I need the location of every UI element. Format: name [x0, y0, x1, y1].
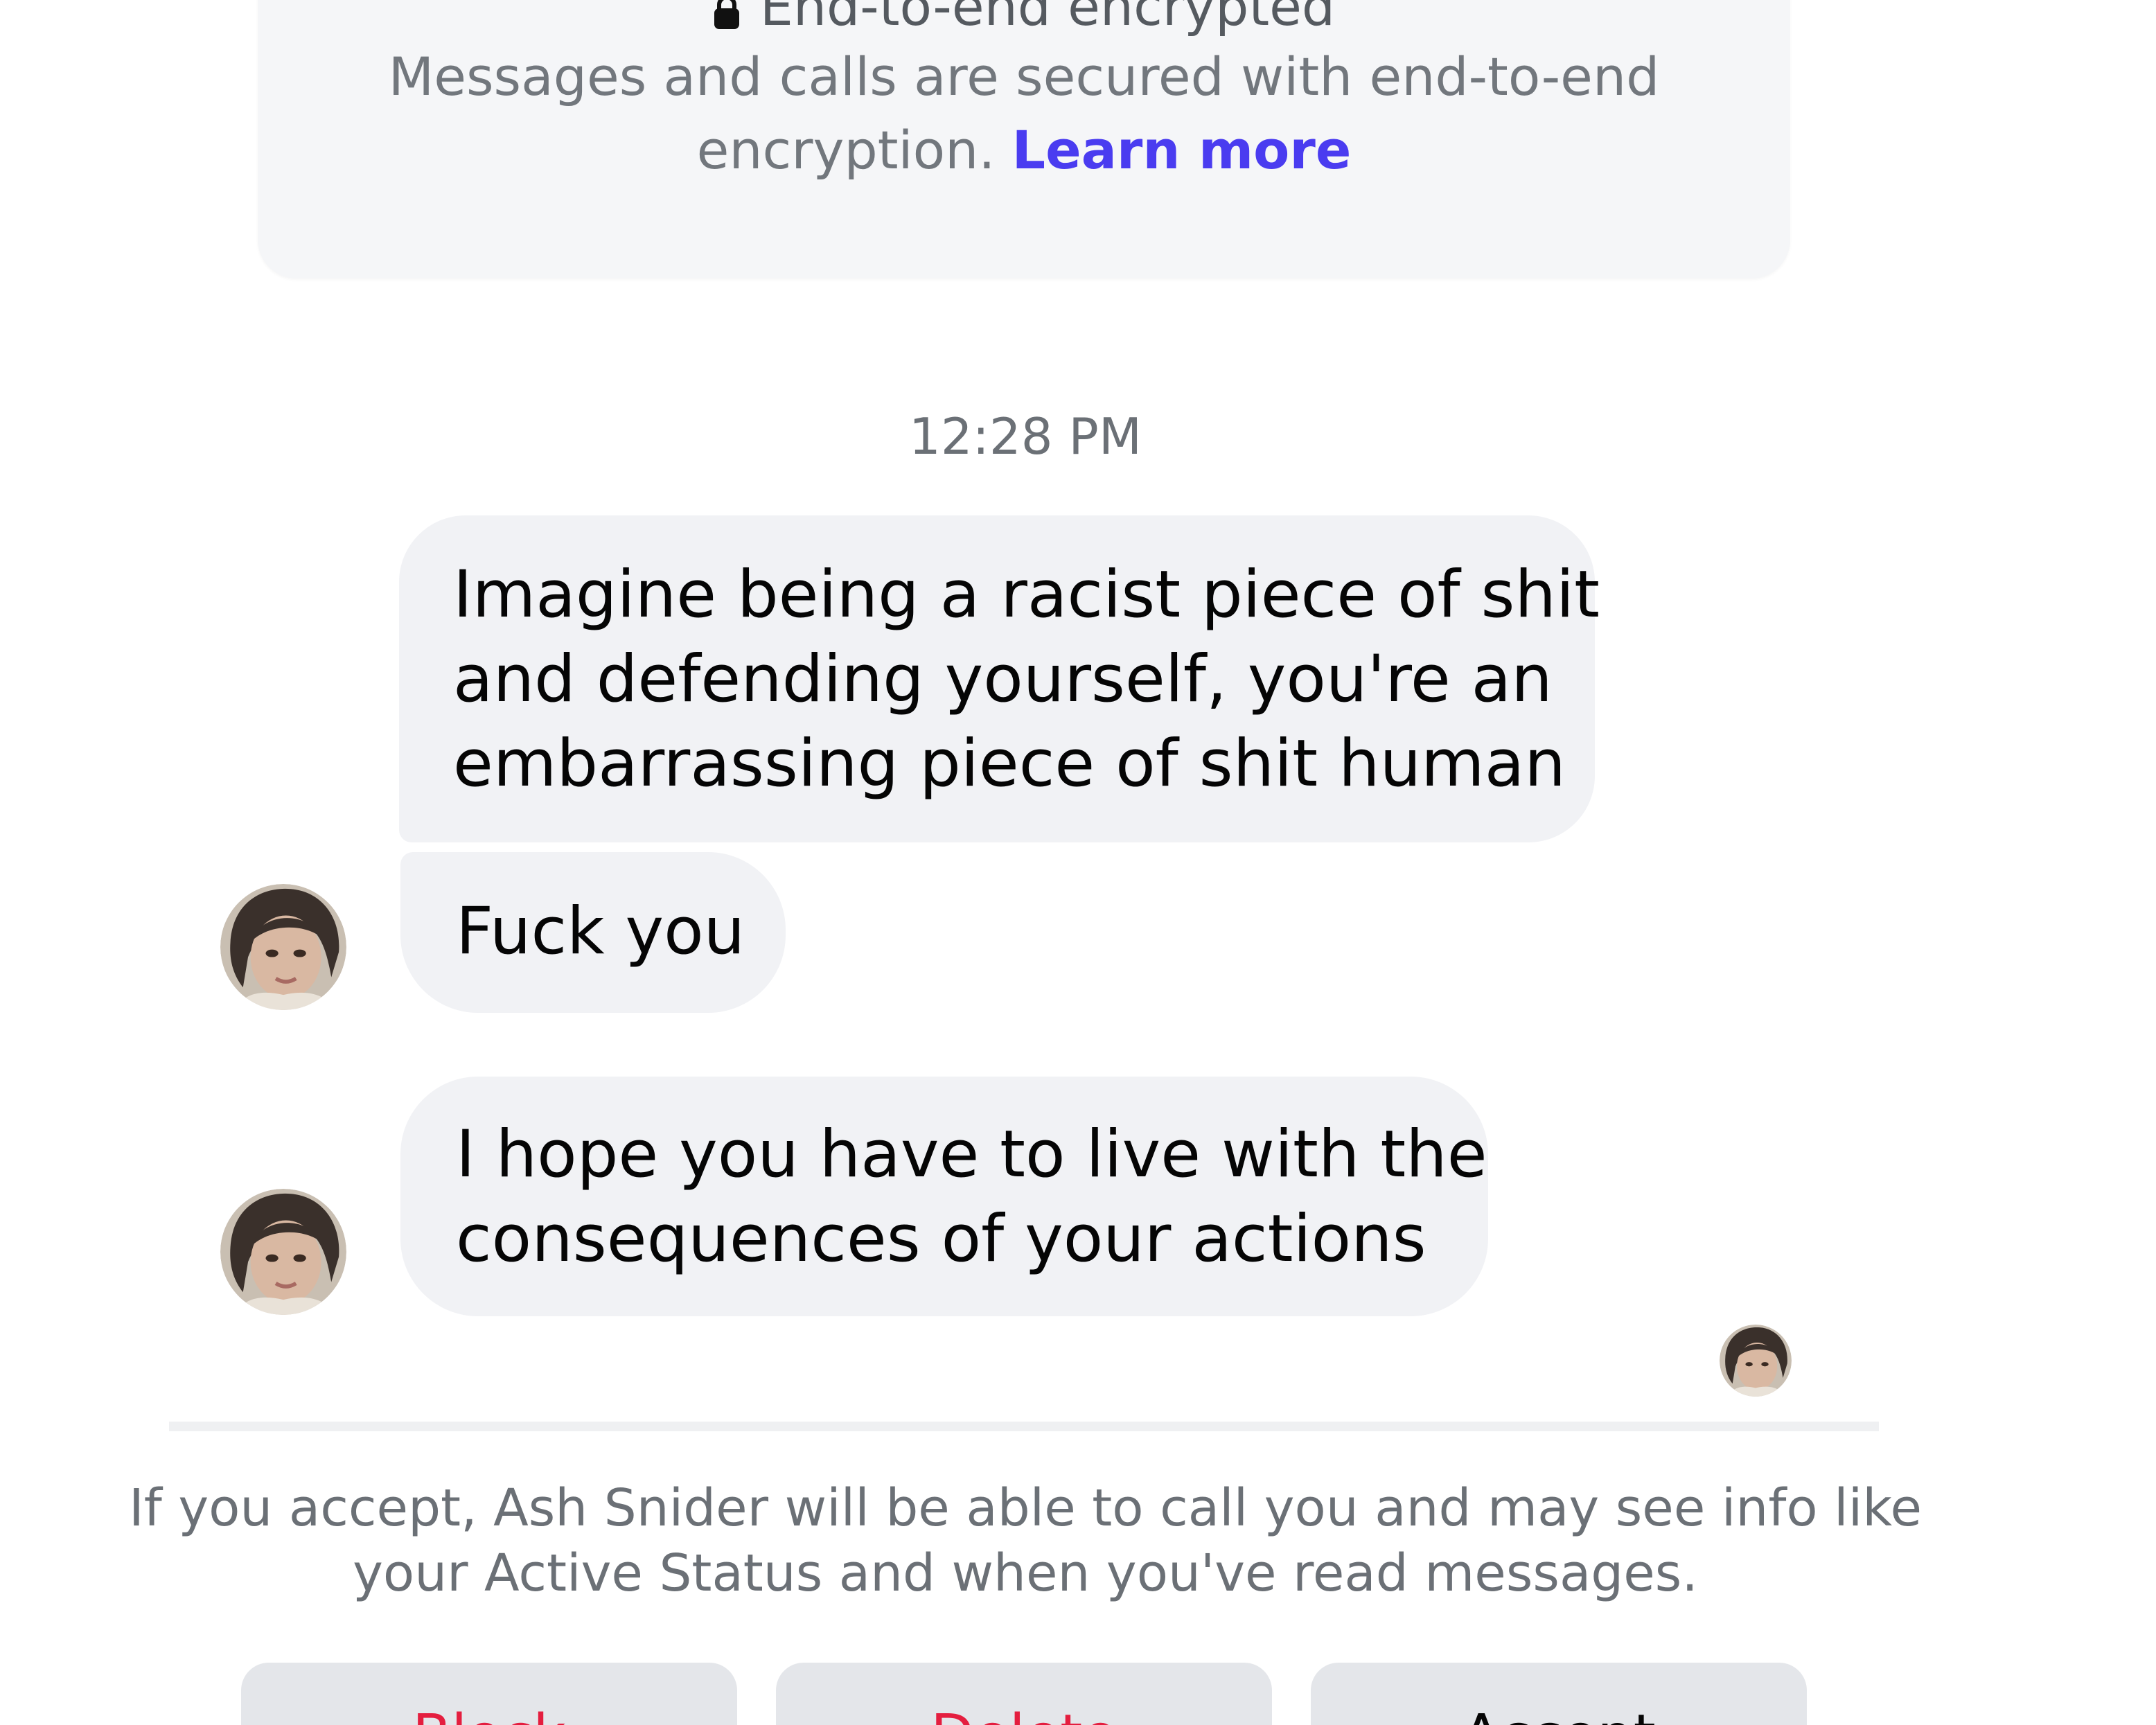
message-bubble[interactable]: Imagine being a racist piece of shit and… [399, 515, 1600, 842]
encryption-title: End-to-end encrypted [759, 0, 1336, 37]
message-text-line: embarrassing piece of shit human [453, 726, 1566, 802]
encryption-description: Messages and calls are secured with end-… [258, 40, 1790, 187]
message-text-line: Fuck you [456, 894, 745, 969]
accept-button[interactable]: Accept [1311, 1663, 1807, 1725]
message-request-notice: If you accept, Ash Snider will be able t… [0, 1476, 2051, 1606]
learn-more-link[interactable]: Learn more [1012, 119, 1352, 181]
message-text-line: consequences of your actions [456, 1201, 1426, 1277]
sender-avatar[interactable] [220, 1189, 346, 1315]
message-text-line: I hope you have to live with the [456, 1117, 1487, 1192]
message-text-line: and defending yourself, you're an [453, 642, 1553, 717]
message-request-thread: End-to-end encrypted Messages and calls … [0, 0, 2156, 1725]
message-bubble[interactable]: I hope you have to live with the consequ… [400, 1077, 1488, 1316]
encryption-notice-card: End-to-end encrypted Messages and calls … [258, 0, 1790, 278]
block-button[interactable]: Block [241, 1663, 737, 1725]
lock-icon [714, 0, 739, 29]
read-receipt-avatar [1720, 1325, 1792, 1397]
encryption-title-row: End-to-end encrypted [258, 0, 1790, 42]
message-text-line: Imagine being a racist piece of shit [453, 557, 1600, 632]
encryption-description-line-1: Messages and calls are secured with end-… [388, 46, 1660, 107]
encryption-description-line-2: encryption. [696, 119, 996, 181]
message-timestamp: 12:28 PM [909, 407, 1142, 466]
request-notice-line-1: If you accept, Ash Snider will be able t… [128, 1478, 1923, 1538]
delete-button[interactable]: Delete [776, 1663, 1272, 1725]
sender-avatar[interactable] [220, 884, 346, 1010]
message-bubble[interactable]: Fuck you [400, 852, 786, 1013]
section-divider [169, 1422, 1879, 1431]
request-notice-line-2: your Active Status and when you've read … [353, 1543, 1698, 1603]
